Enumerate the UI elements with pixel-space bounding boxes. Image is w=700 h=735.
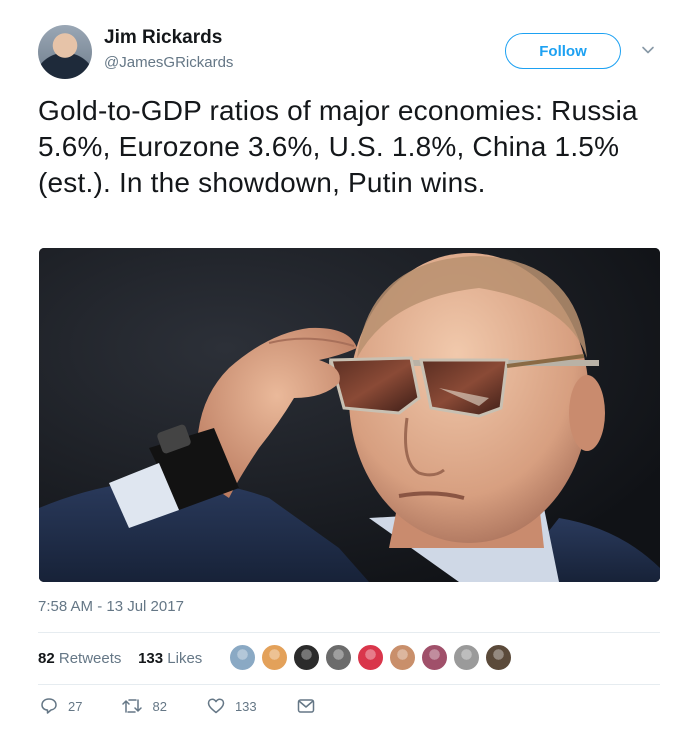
tweet-text: Gold-to-GDP ratios of major economies: R…	[38, 95, 638, 198]
likes-count: 133	[138, 650, 164, 667]
retweet-icon	[122, 699, 143, 713]
envelope-icon	[297, 699, 314, 713]
retweet-action[interactable]: 82	[122, 697, 167, 715]
heart-icon	[207, 698, 225, 714]
liker-avatar[interactable]	[293, 644, 320, 671]
author-name[interactable]: Jim Rickards	[104, 27, 222, 49]
liker-avatar[interactable]	[453, 644, 480, 671]
tweet-media-photo[interactable]	[39, 248, 660, 582]
divider	[38, 684, 660, 685]
like-action[interactable]: 133	[207, 697, 257, 715]
like-count: 133	[234, 698, 257, 714]
liker-avatar[interactable]	[325, 644, 352, 671]
photo-illustration	[39, 248, 660, 582]
reply-action[interactable]: 27	[40, 697, 82, 715]
liker-avatars	[229, 644, 517, 671]
liker-avatar[interactable]	[485, 644, 512, 671]
liker-avatar[interactable]	[389, 644, 416, 671]
retweets-count: 82	[38, 650, 55, 667]
retweets-stat[interactable]: 82 Retweets	[38, 650, 121, 667]
reply-icon	[41, 698, 57, 714]
direct-message-action[interactable]	[297, 698, 325, 714]
liker-avatar[interactable]	[261, 644, 288, 671]
author-handle[interactable]: @JamesGRickards	[104, 54, 233, 71]
tweet-actions: 27 82 133	[40, 697, 365, 715]
likes-label: Likes	[167, 650, 203, 667]
reply-count: 27	[68, 698, 83, 714]
liker-avatar[interactable]	[357, 644, 384, 671]
engagement-stats: 82 Retweets 133 Likes	[38, 650, 202, 667]
liker-avatar[interactable]	[229, 644, 256, 671]
author-avatar[interactable]	[38, 25, 92, 79]
liker-avatar[interactable]	[421, 644, 448, 671]
likes-stat[interactable]: 133 Likes	[138, 650, 202, 667]
retweets-label: Retweets	[58, 650, 122, 667]
follow-button[interactable]: Follow	[505, 33, 621, 69]
chevron-down-icon[interactable]	[640, 42, 656, 58]
retweet-count: 82	[152, 698, 167, 714]
divider	[38, 632, 660, 633]
tweet-timestamp[interactable]: 7:58 AM - 13 Jul 2017	[38, 598, 184, 615]
